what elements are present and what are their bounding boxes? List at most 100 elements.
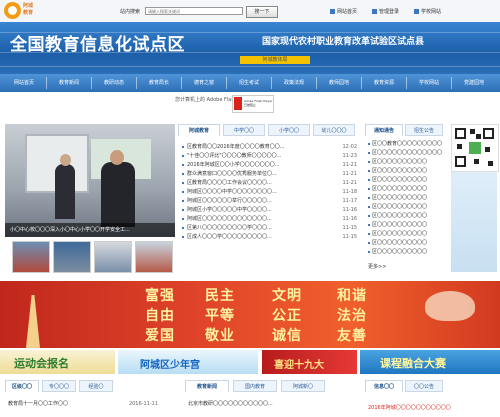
nav-item-admission[interactable]: 招生考试 (227, 74, 271, 92)
photo-person-left (55, 164, 75, 219)
notice-title[interactable]: 区〇〇〇〇〇〇〇〇〇〇 (372, 159, 427, 165)
tab-education-news[interactable]: 教育新闻 (185, 380, 229, 392)
nav-item-moral[interactable]: 德育之窗 (182, 74, 226, 92)
list-item[interactable]: 教育局十一月〇〇工作〇〇 2016-11-11 (8, 400, 158, 409)
notice-title[interactable]: 区〇〇〇〇〇〇〇〇〇〇 (372, 204, 427, 210)
news-title[interactable]: 阿城区小学〇〇〇〇〇中学〇〇〇〇... (187, 207, 272, 213)
notice-item[interactable]: 区〇〇〇〇〇〇〇〇〇〇 (368, 230, 448, 239)
notice-list: 区〇〇教育〇〇〇〇〇〇〇〇〇 区〇〇〇〇〇〇〇〇〇〇〇〇〇 区〇〇〇〇〇〇〇〇〇… (368, 140, 448, 257)
tab-announcements[interactable]: 〇〇公告 (405, 380, 443, 392)
notice-item[interactable]: 区〇〇〇〇〇〇〇〇〇〇 (368, 167, 448, 176)
notice-item[interactable]: 区〇〇教育〇〇〇〇〇〇〇〇〇 (368, 140, 448, 149)
more-link[interactable]: 更多>> (368, 263, 386, 270)
notice-title[interactable]: 区〇〇〇〇〇〇〇〇〇〇 (372, 231, 427, 237)
list-item-title[interactable]: 教育局十一月〇〇工作〇〇 (8, 401, 68, 407)
notice-title[interactable]: 区〇〇〇〇〇〇〇〇〇〇 (372, 249, 427, 255)
news-title[interactable]: 群众满意窗口〇〇〇〇优秀服务单位〇... (187, 171, 277, 177)
tab-special[interactable]: 专〇〇〇 (42, 380, 76, 392)
home-link[interactable]: 网站首页 (330, 8, 357, 15)
notice-item[interactable]: 区〇〇〇〇〇〇〇〇〇〇 (368, 221, 448, 230)
nav-item-research[interactable]: 教研动态 (92, 74, 136, 92)
news-title[interactable]: 区教育局〇〇2016年度〇〇〇〇教育〇〇... (187, 144, 285, 150)
photo-thumbnail[interactable] (53, 241, 91, 273)
course-contest-banner[interactable]: 课程融合大赛 (360, 350, 500, 374)
news-row[interactable]: 区第八〇〇〇〇〇〇〇〇〇学〇〇〇... 11-15 (182, 224, 357, 233)
news-row[interactable]: 区教育局〇〇〇〇工作会议〇〇〇〇... 11-21 (182, 179, 357, 188)
notice-title[interactable]: 区〇〇〇〇〇〇〇〇〇〇 (372, 240, 427, 246)
school-sites-link[interactable]: 学校网站 (414, 8, 441, 15)
notice-item[interactable]: 区〇〇〇〇〇〇〇〇〇〇 (368, 239, 448, 248)
notice-item[interactable]: 区〇〇〇〇〇〇〇〇〇〇〇〇〇 (368, 149, 448, 158)
notice-title[interactable]: 区〇〇〇〇〇〇〇〇〇〇 (372, 213, 427, 219)
highlighted-notice[interactable]: 2016年阿城〇〇〇〇〇〇〇〇〇〇〇 (368, 404, 451, 411)
notice-item[interactable]: 区〇〇〇〇〇〇〇〇〇〇 (368, 203, 448, 212)
news-title[interactable]: 2016年阿城区〇〇小学〇〇〇〇〇〇〇... (187, 162, 280, 168)
news-title[interactable]: 区第八〇〇〇〇〇〇〇〇〇学〇〇〇... (187, 225, 272, 231)
notice-item[interactable]: 区〇〇〇〇〇〇〇〇〇〇 (368, 158, 448, 167)
notice-item[interactable]: 区〇〇〇〇〇〇〇〇〇〇 (368, 212, 448, 221)
admin-login-link[interactable]: 管理登录 (372, 8, 399, 15)
nav-item-party[interactable]: 党建园地 (452, 74, 496, 92)
notice-title[interactable]: 区〇〇〇〇〇〇〇〇〇〇 (372, 177, 427, 183)
list-item[interactable]: 北京市教研〇〇〇〇〇〇〇〇〇〇〇... (188, 400, 353, 409)
news-title[interactable]: 区成人〇〇〇学〇〇〇〇〇〇〇〇〇... (187, 234, 272, 240)
news-row[interactable]: 区成人〇〇〇学〇〇〇〇〇〇〇〇〇... 11-15 (182, 233, 357, 242)
news-title[interactable]: 阿城区〇〇〇〇〇〇举行〇〇〇〇〇... (187, 198, 272, 204)
tab-experience[interactable]: 经验〇 (79, 380, 113, 392)
news-row[interactable]: "十佳〇〇评比"〇〇〇〇教师〇〇〇〇〇... 11-23 (182, 152, 357, 161)
nav-item-schools[interactable]: 学校网站 (407, 74, 451, 92)
tab-information[interactable]: 信息〇〇 (365, 380, 403, 392)
notice-item[interactable]: 区〇〇〇〇〇〇〇〇〇〇 (368, 248, 448, 257)
news-row[interactable]: 阿城区小学〇〇〇〇〇中学〇〇〇〇... 11-16 (182, 206, 357, 215)
sports-signup-banner[interactable]: 运动会报名 (0, 350, 115, 374)
list-item-title[interactable]: 北京市教研〇〇〇〇〇〇〇〇〇〇〇... (188, 401, 273, 407)
news-title[interactable]: 区教育局〇〇〇〇工作会议〇〇〇〇... (187, 180, 272, 186)
promo-text: 喜迎十九大 (274, 360, 324, 371)
notice-item[interactable]: 区〇〇〇〇〇〇〇〇〇〇 (368, 194, 448, 203)
notice-title[interactable]: 区〇〇〇〇〇〇〇〇〇〇 (372, 195, 427, 201)
tab-acheng-news[interactable]: 阿城新〇 (281, 380, 325, 392)
nav-item-teachers[interactable]: 教师园地 (317, 74, 361, 92)
news-title[interactable]: "十佳〇〇评比"〇〇〇〇教师〇〇〇〇〇... (187, 153, 281, 159)
tab-admissions[interactable]: 招生公告 (405, 124, 443, 136)
nav-item-resources[interactable]: 教育资源 (362, 74, 406, 92)
news-row[interactable]: 阿城区〇〇〇〇〇〇举行〇〇〇〇〇... 11-17 (182, 197, 357, 206)
nav-item-home[interactable]: 网站首页 (2, 74, 46, 92)
featured-photo[interactable]: 小〇中心校〇〇〇深入小〇中心小学〇〇开学安全工... (5, 124, 175, 237)
youth-palace-banner[interactable]: 阿城区少年宫 (118, 350, 258, 374)
photo-thumbnail[interactable] (12, 241, 50, 273)
photo-thumbnail[interactable] (94, 241, 132, 273)
tab-middle-school[interactable]: 中学〇〇 (223, 124, 265, 136)
tab-primary-school[interactable]: 小学〇〇 (268, 124, 310, 136)
news-date: 11-15 (342, 225, 357, 231)
nav-item-news[interactable]: 教育新闻 (47, 74, 91, 92)
tab-notices[interactable]: 通知通告 (365, 124, 403, 136)
notice-title[interactable]: 区〇〇〇〇〇〇〇〇〇〇〇〇〇 (372, 150, 442, 156)
photo-thumbnail[interactable] (135, 241, 173, 273)
notice-item[interactable]: 区〇〇〇〇〇〇〇〇〇〇 (368, 185, 448, 194)
notice-title[interactable]: 区〇〇〇〇〇〇〇〇〇〇 (372, 168, 427, 174)
tab-domestic-education[interactable]: 国内教育 (233, 380, 277, 392)
notice-title[interactable]: 区〇〇教育〇〇〇〇〇〇〇〇〇 (372, 141, 442, 147)
notice-title[interactable]: 区〇〇〇〇〇〇〇〇〇〇 (372, 222, 427, 228)
tab-district[interactable]: 区级〇〇 (5, 380, 39, 392)
tab-ach-education[interactable]: 阿城教育 (178, 124, 220, 136)
congress-banner[interactable]: 喜迎十九大 (262, 350, 357, 374)
notice-item[interactable]: 区〇〇〇〇〇〇〇〇〇〇 (368, 176, 448, 185)
photo-caption[interactable]: 小〇中心校〇〇〇深入小〇中心小学〇〇开学安全工... (5, 223, 175, 237)
news-row[interactable]: 阿城区〇〇〇〇〇〇〇〇〇〇〇〇〇... 11-16 (182, 215, 357, 224)
news-title[interactable]: 阿城区〇〇〇〇〇〇〇〇〇〇〇〇〇... (187, 216, 272, 222)
search-input[interactable] (145, 7, 243, 15)
search-button[interactable]: 搜一下 (246, 6, 278, 18)
tab-kindergarten[interactable]: 幼儿〇〇〇 (313, 124, 355, 136)
news-title[interactable]: 阿城区〇〇〇〇中学〇〇〇〇〇〇〇〇... (187, 189, 277, 195)
nav-item-director[interactable]: 教育局长 (137, 74, 181, 92)
flash-blocked-badge[interactable]: Adobe Flash Player 已被阻止 (232, 95, 274, 113)
site-logo[interactable]: 阿城 教育 (4, 2, 38, 20)
news-row[interactable]: 阿城区〇〇〇〇中学〇〇〇〇〇〇〇〇... 11-18 (182, 188, 357, 197)
news-row[interactable]: 2016年阿城区〇〇小学〇〇〇〇〇〇〇... 11-21 (182, 161, 357, 170)
nav-item-policy[interactable]: 政策法规 (272, 74, 316, 92)
news-row[interactable]: 群众满意窗口〇〇〇〇优秀服务单位〇... 11-21 (182, 170, 357, 179)
news-row[interactable]: 区教育局〇〇2016年度〇〇〇〇教育〇〇... 12-02 (182, 143, 357, 152)
notice-title[interactable]: 区〇〇〇〇〇〇〇〇〇〇 (372, 186, 427, 192)
